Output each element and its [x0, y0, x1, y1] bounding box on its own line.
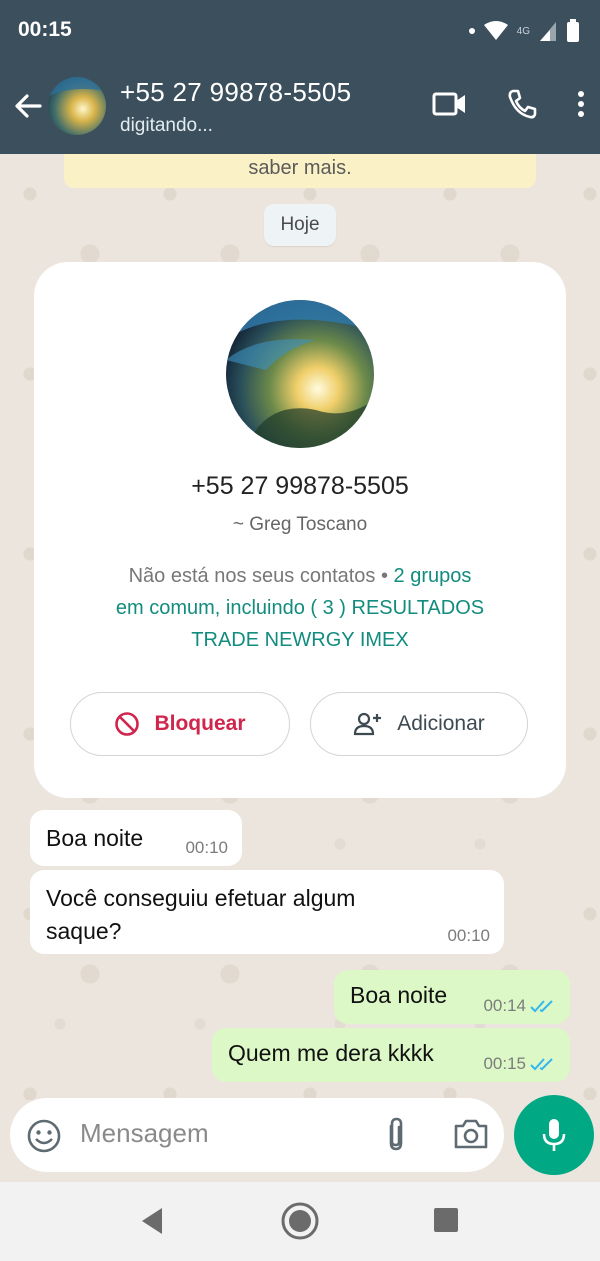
typing-status: digitando...	[120, 115, 213, 136]
battery-icon	[567, 19, 579, 42]
contact-title[interactable]: +55 27 99878-5505	[120, 77, 351, 108]
card-contact-info: Não está nos seus contatos • 2 grupos em…	[74, 560, 526, 656]
notification-dot-icon	[468, 28, 475, 34]
emoji-icon[interactable]	[26, 1118, 62, 1154]
video-call-icon[interactable]	[432, 89, 468, 119]
chat-header: +55 27 99878-5505 digitando...	[0, 62, 600, 154]
back-arrow-icon[interactable]	[10, 88, 46, 124]
message-time: 00:15	[483, 1054, 556, 1074]
block-button-label: Bloquear	[154, 712, 246, 735]
nav-back-icon[interactable]	[138, 1204, 166, 1238]
groups-in-common-line3[interactable]: TRADE NEWRGY IMEX	[191, 629, 408, 651]
system-navigation-bar	[0, 1182, 600, 1261]
message-outgoing[interactable]: Quem me dera kkkk 00:15	[212, 1028, 570, 1082]
message-outgoing[interactable]: Boa noite 00:14	[334, 970, 570, 1024]
system-icons: 4G	[468, 18, 580, 44]
message-text: Você conseguiu efetuar algum saque?	[46, 885, 356, 944]
encryption-notice[interactable]: saber mais.	[64, 154, 536, 188]
message-time: 00:10	[447, 926, 490, 945]
voice-call-icon[interactable]	[506, 88, 538, 120]
signal-icon	[540, 22, 556, 41]
message-composer: Mensagem	[10, 1098, 504, 1172]
message-text: Boa noite	[46, 825, 144, 851]
encryption-notice-text: saber mais.	[248, 157, 352, 179]
camera-icon[interactable]	[452, 1118, 490, 1150]
contact-info-card: +55 27 99878-5505 ~ Greg Toscano Não est…	[34, 262, 566, 798]
network-type: 4G	[516, 25, 530, 37]
message-time: 00:10	[185, 838, 228, 857]
message-incoming[interactable]: Você conseguiu efetuar algum saque? 00:1…	[30, 870, 504, 954]
add-person-icon	[354, 712, 382, 736]
contact-avatar[interactable]	[48, 77, 106, 135]
status-bar: 00:15 4G	[0, 0, 600, 62]
more-options-icon[interactable]	[576, 89, 586, 119]
message-time: 00:14	[483, 996, 556, 1016]
status-time: 00:15	[18, 18, 72, 41]
card-phone-number: +55 27 99878-5505	[191, 472, 409, 500]
nav-recents-icon[interactable]	[432, 1206, 460, 1234]
not-in-contacts-text: Não está nos seus contatos •	[128, 565, 394, 587]
attach-icon[interactable]	[382, 1116, 410, 1154]
contact-profile-photo[interactable]	[226, 300, 374, 448]
message-text: Quem me dera kkkk	[228, 1040, 434, 1066]
chat-area[interactable]: saber mais. Hoje +55 27 99878-5505 ~ Gre…	[0, 154, 600, 1100]
add-contact-button[interactable]: Adicionar	[310, 692, 528, 756]
message-incoming[interactable]: Boa noite 00:10	[30, 810, 242, 866]
add-contact-label: Adicionar	[397, 712, 485, 735]
voice-message-button[interactable]	[514, 1095, 594, 1175]
microphone-icon	[542, 1119, 566, 1151]
groups-in-common-line2[interactable]: em comum, incluindo ( 3 ) RESULTADOS	[116, 597, 484, 619]
nav-home-icon[interactable]	[280, 1201, 320, 1241]
read-ticks-icon	[530, 1000, 553, 1013]
groups-in-common-link[interactable]: 2 grupos	[394, 565, 472, 587]
card-push-name: ~ Greg Toscano	[232, 514, 368, 535]
message-text: Boa noite	[350, 982, 448, 1008]
header-actions	[432, 88, 586, 120]
block-icon	[115, 712, 140, 736]
read-ticks-icon	[530, 1058, 553, 1071]
block-button[interactable]: Bloquear	[70, 692, 290, 756]
date-chip: Hoje	[264, 204, 336, 246]
wifi-icon	[483, 21, 508, 40]
message-input[interactable]: Mensagem	[80, 1118, 209, 1149]
